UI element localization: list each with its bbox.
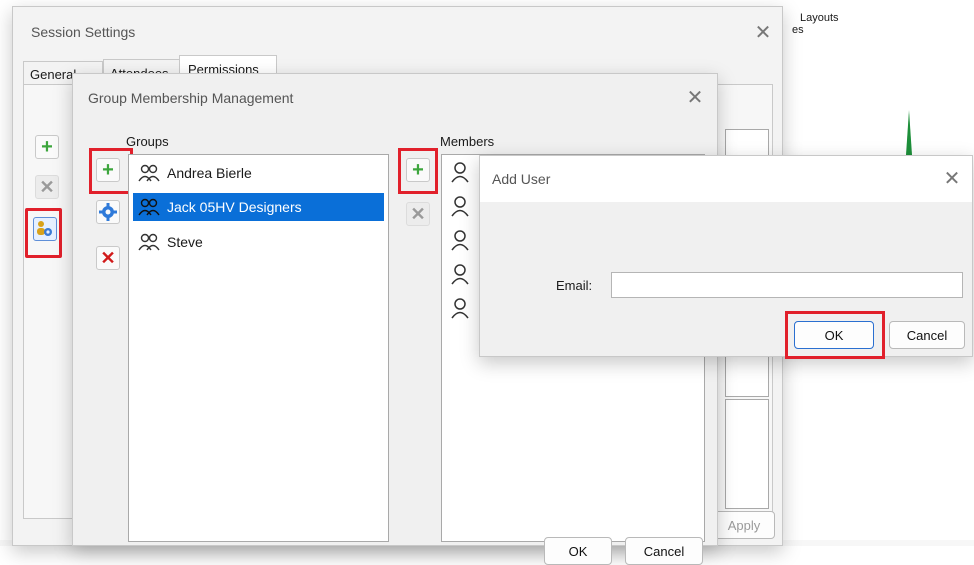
group-icon [138,233,160,251]
apply-button[interactable]: Apply [713,511,775,539]
group-icon [138,198,160,216]
add-member-button[interactable]: + [406,158,430,182]
background-snippet-sub: es [792,24,804,36]
add-user-dialog: Add User ✕ Email: OK Cancel [479,155,973,359]
close-icon[interactable]: ✕ [685,88,705,108]
group-item-1[interactable]: Jack 05HV Designers [133,193,384,221]
add-group-button[interactable]: + [96,158,120,182]
groups-list: Andrea Bierle Jack 05HV Designers Steve [128,154,389,542]
manage-groups-button[interactable] [33,217,57,241]
member-item[interactable] [450,161,470,186]
member-item[interactable] [450,263,470,288]
gear-icon [99,203,117,221]
user-icon [451,264,469,285]
group-icon [138,164,160,182]
delete-group-button[interactable]: ✕ [96,246,120,270]
remove-permission-button[interactable]: ✕ [35,175,59,199]
close-icon[interactable]: ✕ [942,169,962,189]
group-item-2[interactable]: Steve [133,228,384,256]
add-user-ok-button[interactable]: OK [794,321,874,349]
groups-label: Groups [126,134,169,149]
group-ok-button[interactable]: OK [544,537,612,565]
permissions-detail-box-2 [725,399,769,509]
remove-member-button[interactable]: ✕ [406,202,430,226]
close-icon[interactable]: ✕ [753,23,773,43]
member-item[interactable] [450,195,470,220]
group-item-0[interactable]: Andrea Bierle [133,159,384,187]
session-settings-title: Session Settings [31,24,136,40]
member-item[interactable] [450,229,470,254]
group-cancel-button[interactable]: Cancel [625,537,703,565]
user-icon [451,196,469,217]
email-label: Email: [556,278,593,293]
add-user-title: Add User [492,171,551,187]
add-permission-button[interactable]: + [35,135,59,159]
add-user-titlebar [480,156,972,202]
user-icon [451,162,469,183]
user-icon [451,298,469,319]
group-dialog-title: Group Membership Management [88,90,294,106]
members-label: Members [440,134,495,149]
background-snippet: Layouts [800,12,839,24]
edit-group-button[interactable] [96,200,120,224]
email-field[interactable] [611,272,963,298]
add-user-cancel-button[interactable]: Cancel [889,321,965,349]
member-item[interactable] [450,297,470,322]
people-gear-icon [37,221,52,236]
user-icon [451,230,469,251]
